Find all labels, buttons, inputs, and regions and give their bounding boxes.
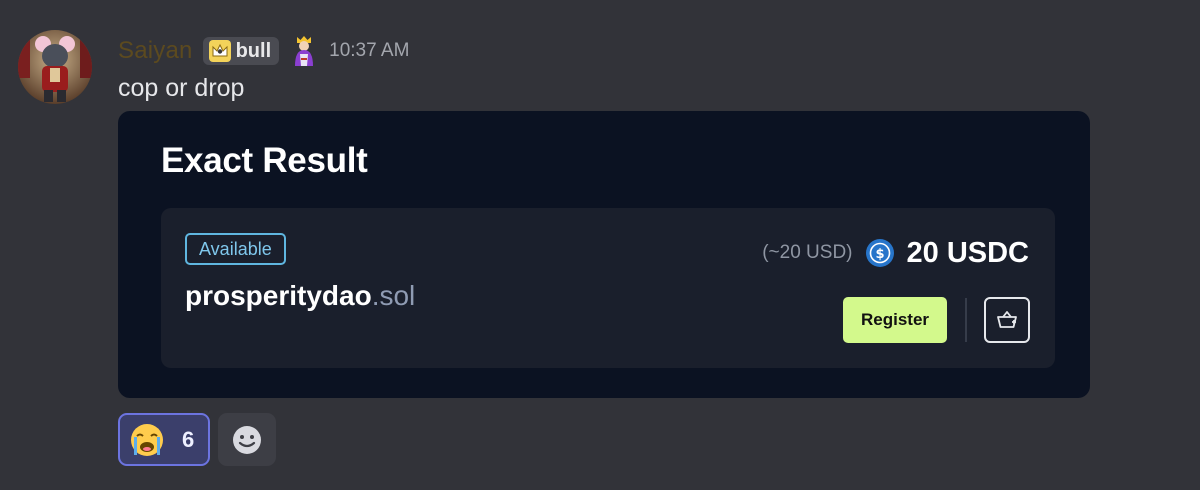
price-main: 20 USDC	[906, 236, 1030, 269]
message-content: cop or drop	[118, 74, 245, 102]
reaction-count: 6	[182, 426, 195, 452]
register-button[interactable]: Register	[843, 297, 947, 343]
avatar[interactable]	[18, 30, 92, 104]
timestamp: 10:37 AM	[329, 40, 410, 61]
role-tag[interactable]: bull	[202, 37, 280, 65]
add-reaction-icon	[233, 425, 261, 454]
embed-title: Exact Result	[161, 141, 368, 180]
button-divider	[965, 298, 967, 342]
crown-badge-icon	[208, 40, 231, 62]
reactions-bar: 6	[118, 413, 276, 466]
price-row: (~20 USD) $ 20 USDC	[762, 235, 1029, 271]
domain-result-card: Available prosperitydao.sol (~20 USD) $ …	[161, 208, 1055, 368]
domain-tld: .sol	[371, 280, 416, 311]
domain-name-label: prosperitydao	[185, 280, 372, 311]
svg-text:$: $	[875, 247, 884, 262]
domain-name: prosperitydao.sol	[185, 280, 415, 312]
result-embed: Exact Result Available prosperitydao.sol…	[118, 111, 1090, 398]
avatar-icon	[18, 30, 92, 104]
loudly-crying-face-icon	[131, 423, 163, 456]
king-decoration-icon	[291, 34, 317, 68]
price-usd: (~20 USD)	[762, 242, 853, 263]
status-badge: Available	[185, 233, 286, 265]
role-tag-label: bull	[235, 39, 272, 62]
add-to-cart-button[interactable]	[984, 297, 1030, 343]
usdc-icon: $	[865, 238, 895, 268]
message-header: Saiyan bull 10:37 AM	[118, 34, 409, 68]
username[interactable]: Saiyan	[118, 37, 193, 65]
add-reaction-button[interactable]	[218, 413, 276, 466]
chat-message: Saiyan bull 10:37 AM cop or drop Exact R…	[0, 0, 1200, 490]
reaction-crying-face[interactable]: 6	[118, 413, 210, 466]
add-to-cart-icon	[997, 311, 1017, 328]
